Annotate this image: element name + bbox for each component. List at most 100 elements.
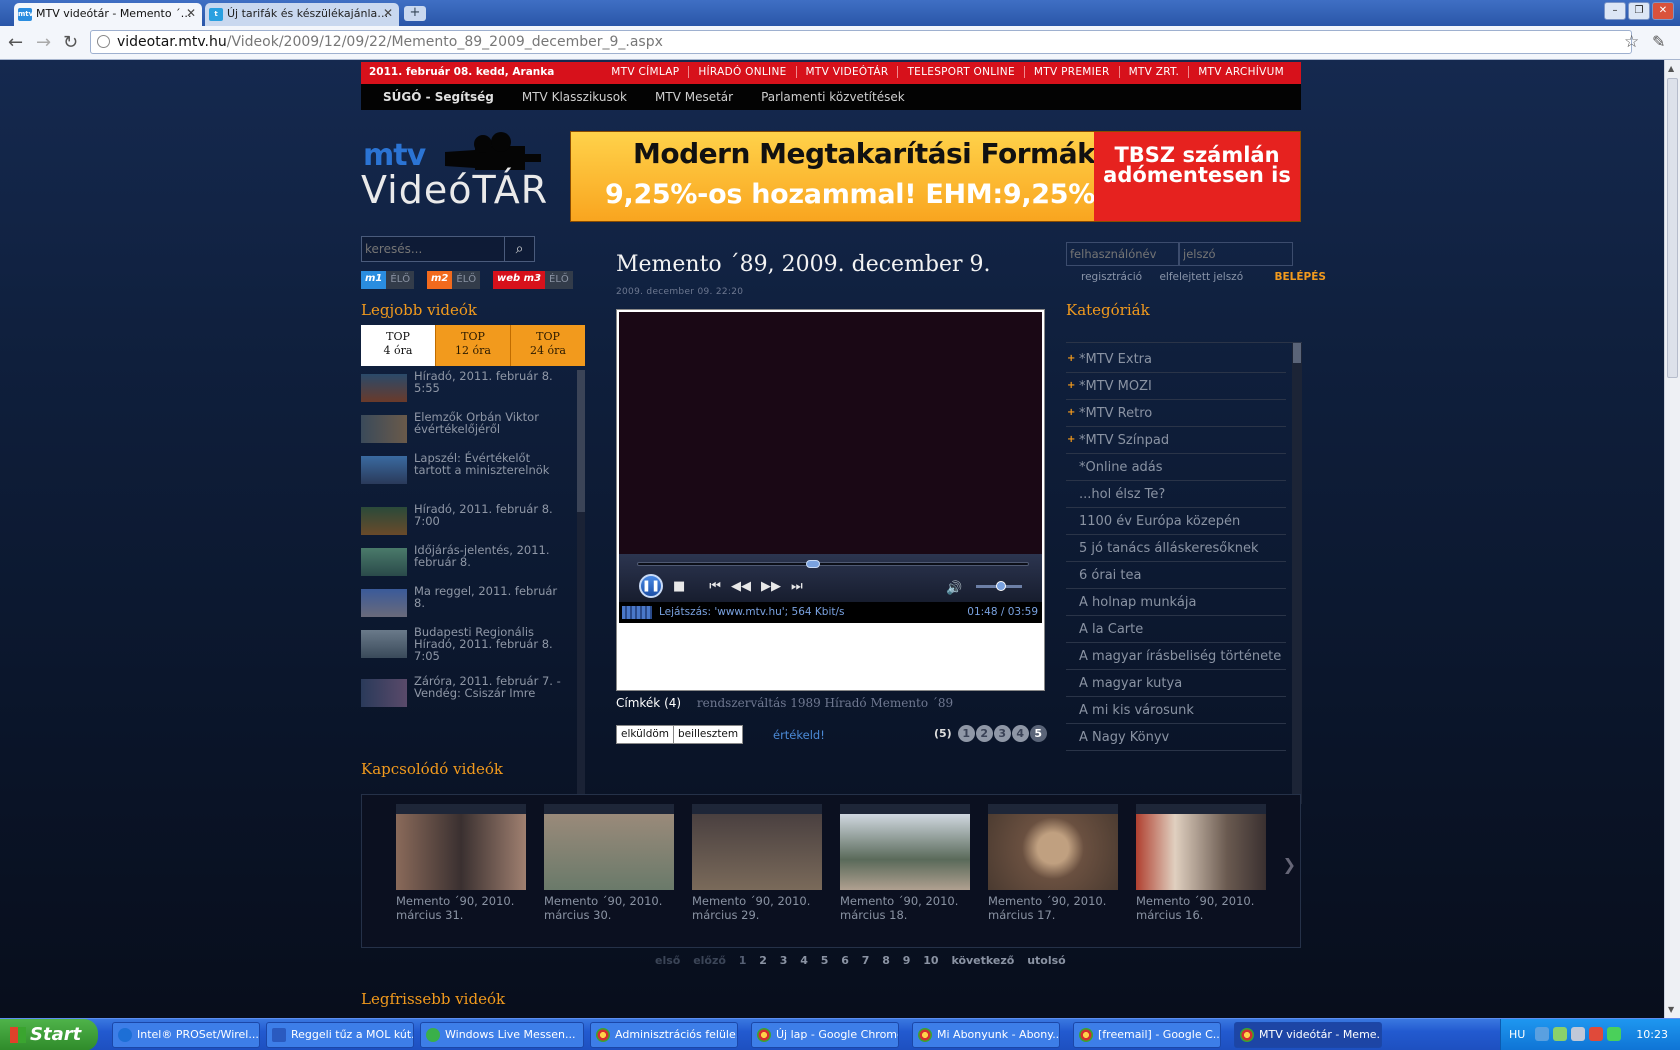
skip-back-icon[interactable]: ⏮ [709,579,721,594]
username-field[interactable] [1066,242,1179,266]
list-item[interactable]: Záróra, 2011. február 7. - Vendég: Csisz… [361,675,571,715]
pager-prev[interactable]: előző [693,954,726,967]
category-item[interactable]: A holnap munkája [1066,589,1286,616]
taskbar-item-active[interactable]: MTV videótár - Meme... [1234,1022,1382,1048]
tray-messenger-icon[interactable] [1553,1027,1567,1041]
tab-top-12[interactable]: TOP 12 óra [435,325,510,366]
category-item[interactable]: 1100 év Európa közepén [1066,508,1286,535]
pager-last[interactable]: utolsó [1027,954,1066,967]
list-item[interactable]: Híradó, 2011. február 8. 7:00 [361,503,571,543]
related-item[interactable]: Memento ´90, 2010. március 17. [988,804,1118,922]
category-item[interactable]: + *MTV Színpad [1066,427,1286,454]
video-screen[interactable] [619,312,1042,554]
tab-top-4[interactable]: TOP 4 óra [361,325,435,366]
category-item[interactable]: *Online adás [1066,454,1286,481]
volume-control[interactable]: 🔊 [946,581,1028,596]
list-item[interactable]: Budapesti Regionális Híradó, 2011. febru… [361,626,571,666]
close-tab-icon[interactable]: ✕ [186,6,196,20]
tray-security-icon[interactable] [1589,1027,1603,1041]
search-input[interactable] [362,237,506,261]
list-scrollbar-thumb[interactable] [577,370,585,512]
wrench-icon[interactable]: ✎ [1652,32,1665,51]
pager-page-6[interactable]: 6 [841,954,849,967]
category-item[interactable]: 5 jó tanács álláskeresőknek [1066,535,1286,562]
seek-handle[interactable] [806,560,821,568]
taskbar-item[interactable]: [freemail] - Google C... [1073,1022,1221,1048]
pager-page-1[interactable]: 1 [739,954,747,967]
pager-page-5[interactable]: 5 [821,954,829,967]
channel-m1[interactable]: m1 ÉLŐ [361,271,415,289]
send-button[interactable]: elküldöm [616,725,675,744]
list-item[interactable]: Elemzők Orbán Viktor évértékelőjéről [361,411,571,451]
rating-dot-2[interactable]: 2 [975,725,993,742]
related-item[interactable]: Memento ´90, 2010. március 31. [396,804,526,922]
language-indicator[interactable]: HU [1509,1028,1525,1041]
plus-icon[interactable]: + [1067,407,1075,418]
taskbar-item[interactable]: Reggeli tűz a MOL kút... [266,1022,414,1048]
forward-icon[interactable]: → [36,32,51,53]
list-item[interactable]: Időjárás-jelentés, 2011. február 8. [361,544,571,584]
subnav-mesetar[interactable]: MTV Mesetár [655,90,733,104]
subnav-parlament[interactable]: Parlamenti közvetítések [761,90,905,104]
pager-page-10[interactable]: 10 [923,954,938,967]
top-link-premier[interactable]: MTV PREMIER [1023,66,1119,78]
related-item[interactable]: Memento ´90, 2010. március 16. [1136,804,1266,922]
start-button[interactable]: Start [0,1019,98,1050]
channel-m3[interactable]: web m3 ÉLŐ [493,271,573,289]
top-link-hirado[interactable]: HÍRADÓ ONLINE [688,66,795,78]
page-scrollbar-thumb[interactable] [1667,78,1678,378]
reload-icon[interactable]: ↻ [63,32,78,53]
rating-dot-3[interactable]: 3 [993,725,1011,742]
forgot-password-link[interactable]: elfelejtett jelszó [1159,271,1243,283]
tags-list[interactable]: rendszerváltás 1989 Híradó Memento ´89 [697,696,953,710]
chevron-right-icon[interactable]: ❯ [1283,855,1296,874]
taskbar-item[interactable]: Intel® PROSet/Wirel... [112,1022,260,1048]
rating-dot-5[interactable]: 5 [1029,725,1047,742]
address-bar[interactable]: videotar.mtv.hu/Videok/2009/12/09/22/Mem… [90,30,1632,54]
stop-icon[interactable]: ■ [673,579,685,594]
list-item[interactable]: Ma reggel, 2011. február 8. [361,585,571,625]
taskbar-item[interactable]: Mi Abonyunk - Abony... [912,1022,1060,1048]
search-icon[interactable]: ⌕ [504,237,534,261]
ad-banner[interactable]: Modern Megtakarítási Formák 9,25%-os hoz… [570,131,1301,222]
tab-top-24[interactable]: TOP 24 óra [510,325,585,366]
pager-next[interactable]: következő [951,954,1014,967]
list-item[interactable]: Lapszél: Évértékelőt tartott a miniszter… [361,452,571,492]
related-item[interactable]: Memento ´90, 2010. március 29. [692,804,822,922]
category-item[interactable]: + *MTV MOZI [1066,373,1286,400]
taskbar-item[interactable]: Windows Live Messen... [420,1022,584,1048]
rewind-icon[interactable]: ◀◀ [731,579,751,594]
category-item[interactable]: + *MTV Retro [1066,400,1286,427]
pager-page-9[interactable]: 9 [903,954,911,967]
pager-page-7[interactable]: 7 [862,954,870,967]
scroll-up-icon[interactable]: ▲ [1668,64,1674,73]
scroll-down-icon[interactable]: ▼ [1668,1005,1674,1014]
taskbar-item[interactable]: Adminisztrációs felüle... [590,1022,738,1048]
category-item[interactable]: A Nagy Könyv [1066,724,1286,751]
pager-page-8[interactable]: 8 [882,954,890,967]
category-item[interactable]: A magyar írásbeliség története [1066,643,1286,670]
plus-icon[interactable]: + [1067,434,1075,445]
volume-handle[interactable] [996,581,1007,591]
categories-scrollbar[interactable] [1292,343,1302,804]
list-item[interactable]: Híradó, 2011. február 8. 5:55 [361,370,571,410]
related-item[interactable]: Memento ´90, 2010. március 18. [840,804,970,922]
pager-page-2[interactable]: 2 [759,954,767,967]
category-item[interactable]: A magyar kutya [1066,670,1286,697]
top-link-zrt[interactable]: MTV ZRT. [1118,66,1189,78]
list-scrollbar[interactable] [577,370,585,804]
embed-button[interactable]: beillesztem [673,725,744,744]
new-tab-button[interactable]: + [404,6,426,21]
tray-wifi-icon[interactable] [1607,1027,1621,1041]
register-link[interactable]: regisztráció [1081,271,1142,283]
browser-tab-active[interactable]: mtv MTV videótár - Memento ´… ✕ [14,3,202,26]
categories-scrollbar-thumb[interactable] [1293,343,1301,363]
back-icon[interactable]: ← [8,32,23,53]
subnav-sugo[interactable]: SÚGÓ - Segítség [383,90,494,104]
minimize-button[interactable]: – [1604,2,1626,20]
seek-bar[interactable] [637,562,1029,566]
category-item[interactable]: A mi kis városunk [1066,697,1286,724]
tray-network-icon[interactable] [1535,1027,1549,1041]
bookmark-star-icon[interactable]: ☆ [1624,32,1639,52]
rating-dot-1[interactable]: 1 [957,725,975,742]
